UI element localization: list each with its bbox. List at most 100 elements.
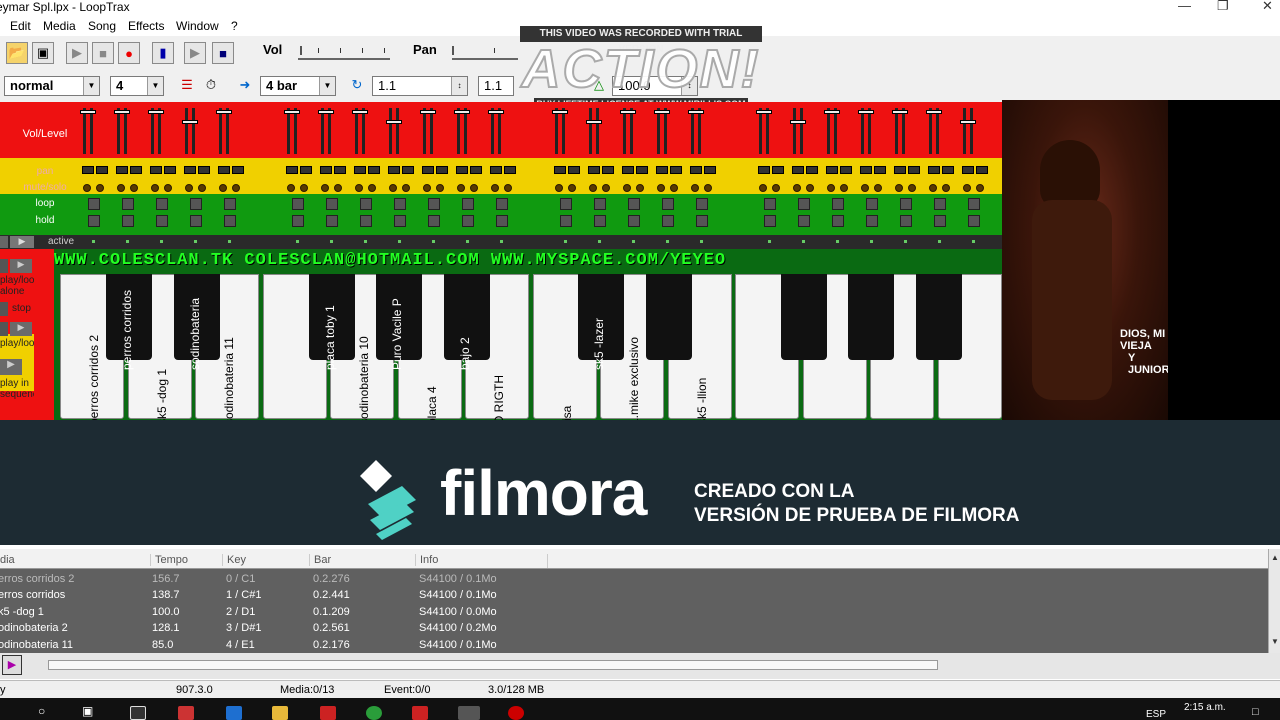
close-icon[interactable]: ✕: [1262, 0, 1273, 14]
pan-knob[interactable]: [860, 166, 872, 174]
pan-knob[interactable]: [368, 166, 380, 174]
mute-solo-led[interactable]: [389, 184, 397, 192]
loop-toggle[interactable]: [428, 198, 440, 210]
mute-solo-led[interactable]: [185, 184, 193, 192]
volume-fader[interactable]: [114, 108, 130, 154]
stop-icon[interactable]: ■: [92, 42, 114, 64]
pan-knob[interactable]: [826, 166, 838, 174]
hold-toggle[interactable]: [696, 215, 708, 227]
volume-fader[interactable]: [926, 108, 942, 154]
mute-solo-led[interactable]: [300, 184, 308, 192]
volume-fader[interactable]: [182, 108, 198, 154]
hold-toggle[interactable]: [560, 215, 572, 227]
play-icon[interactable]: ▶: [66, 42, 88, 64]
volume-fader[interactable]: [586, 108, 602, 154]
mute-solo-led[interactable]: [436, 184, 444, 192]
pan-knob[interactable]: [840, 166, 852, 174]
loop-toggle[interactable]: [394, 198, 406, 210]
pan-knob[interactable]: [636, 166, 648, 174]
black-key[interactable]: Puro Vacile P: [376, 274, 422, 370]
volume-fader[interactable]: [488, 108, 504, 154]
black-key[interactable]: sk5 -lazer: [578, 274, 624, 370]
mute-solo-led[interactable]: [402, 184, 410, 192]
pan-knob[interactable]: [334, 166, 346, 174]
pan-knob[interactable]: [286, 166, 298, 174]
open-folder-icon[interactable]: 📂: [6, 42, 28, 64]
column-info[interactable]: Info: [415, 554, 438, 566]
mute-solo-led[interactable]: [602, 184, 610, 192]
volume-fader[interactable]: [148, 108, 164, 154]
pan-knob[interactable]: [470, 166, 482, 174]
clock[interactable]: 2:15 a.m.: [1184, 702, 1226, 713]
volume-fader[interactable]: [386, 108, 402, 154]
pan-knob[interactable]: [758, 166, 770, 174]
pan-knob[interactable]: [690, 166, 702, 174]
mute-solo-led[interactable]: [670, 184, 678, 192]
volume-fader[interactable]: [858, 108, 874, 154]
volume-fader[interactable]: [284, 108, 300, 154]
hold-toggle[interactable]: [594, 215, 606, 227]
mute-solo-led[interactable]: [942, 184, 950, 192]
table-row[interactable]: erros corridos 2 156.7 0 / C1 0.2.276 S44100…: [0, 571, 1268, 587]
hold-toggle[interactable]: [394, 215, 406, 227]
mute-solo-led[interactable]: [491, 184, 499, 192]
menu-window[interactable]: Window: [176, 19, 219, 33]
menu-help[interactable]: ?: [231, 19, 238, 33]
pan-knob[interactable]: [792, 166, 804, 174]
volume-fader[interactable]: [620, 108, 636, 154]
mute-solo-led[interactable]: [151, 184, 159, 192]
hold-toggle[interactable]: [968, 215, 980, 227]
loop-toggle[interactable]: [628, 198, 640, 210]
mute-solo-led[interactable]: [568, 184, 576, 192]
pan-knob[interactable]: [704, 166, 716, 174]
pan-knob[interactable]: [928, 166, 940, 174]
mute-solo-led[interactable]: [874, 184, 882, 192]
pan-knob[interactable]: [218, 166, 230, 174]
mute-solo-led[interactable]: [861, 184, 869, 192]
beats-select[interactable]: 4 ▼: [110, 76, 164, 96]
chrome-icon[interactable]: [366, 706, 382, 720]
hold-toggle[interactable]: [122, 215, 134, 227]
mute-solo-led[interactable]: [287, 184, 295, 192]
mute-solo-led[interactable]: [840, 184, 848, 192]
mute-solo-led[interactable]: [636, 184, 644, 192]
pdf-icon[interactable]: [320, 706, 336, 720]
pan-knob[interactable]: [588, 166, 600, 174]
search-icon[interactable]: ○: [38, 704, 45, 718]
mute-solo-led[interactable]: [355, 184, 363, 192]
arrow-right-icon[interactable]: ▶: [10, 236, 34, 248]
hold-toggle[interactable]: [156, 215, 168, 227]
pan-knob[interactable]: [772, 166, 784, 174]
hold-toggle[interactable]: [764, 215, 776, 227]
pan-knob[interactable]: [116, 166, 128, 174]
pan-knob[interactable]: [908, 166, 920, 174]
loop-toggle[interactable]: [224, 198, 236, 210]
mute-solo-led[interactable]: [130, 184, 138, 192]
mute-solo-led[interactable]: [368, 184, 376, 192]
pause-icon[interactable]: ▮: [152, 42, 174, 64]
loop-toggle[interactable]: [496, 198, 508, 210]
mute-solo-led[interactable]: [470, 184, 478, 192]
pan-knob[interactable]: [622, 166, 634, 174]
mute-solo-led[interactable]: [555, 184, 563, 192]
loop-toggle[interactable]: [866, 198, 878, 210]
volume-fader[interactable]: [756, 108, 772, 154]
store-icon[interactable]: [130, 706, 146, 720]
table-row[interactable]: odinobateria 2 128.1 3 / D#1 0.2.561 S44100 …: [0, 620, 1268, 636]
mute-solo-led[interactable]: [908, 184, 916, 192]
task-view-icon[interactable]: ▣: [82, 704, 93, 718]
mute-solo-led[interactable]: [963, 184, 971, 192]
pan-knob[interactable]: [150, 166, 162, 174]
file-explorer-icon[interactable]: [272, 706, 288, 720]
app-icon[interactable]: [178, 706, 194, 720]
arrow-right-icon[interactable]: ➜: [234, 74, 256, 96]
loop-toggle[interactable]: [292, 198, 304, 210]
column-key[interactable]: Key: [222, 554, 246, 566]
hold-toggle[interactable]: [88, 215, 100, 227]
volume-fader[interactable]: [420, 108, 436, 154]
loop-toggle[interactable]: [190, 198, 202, 210]
volume-fader[interactable]: [960, 108, 976, 154]
mute-solo-led[interactable]: [164, 184, 172, 192]
looptrax-icon[interactable]: [458, 706, 480, 720]
black-key[interactable]: [781, 274, 827, 360]
